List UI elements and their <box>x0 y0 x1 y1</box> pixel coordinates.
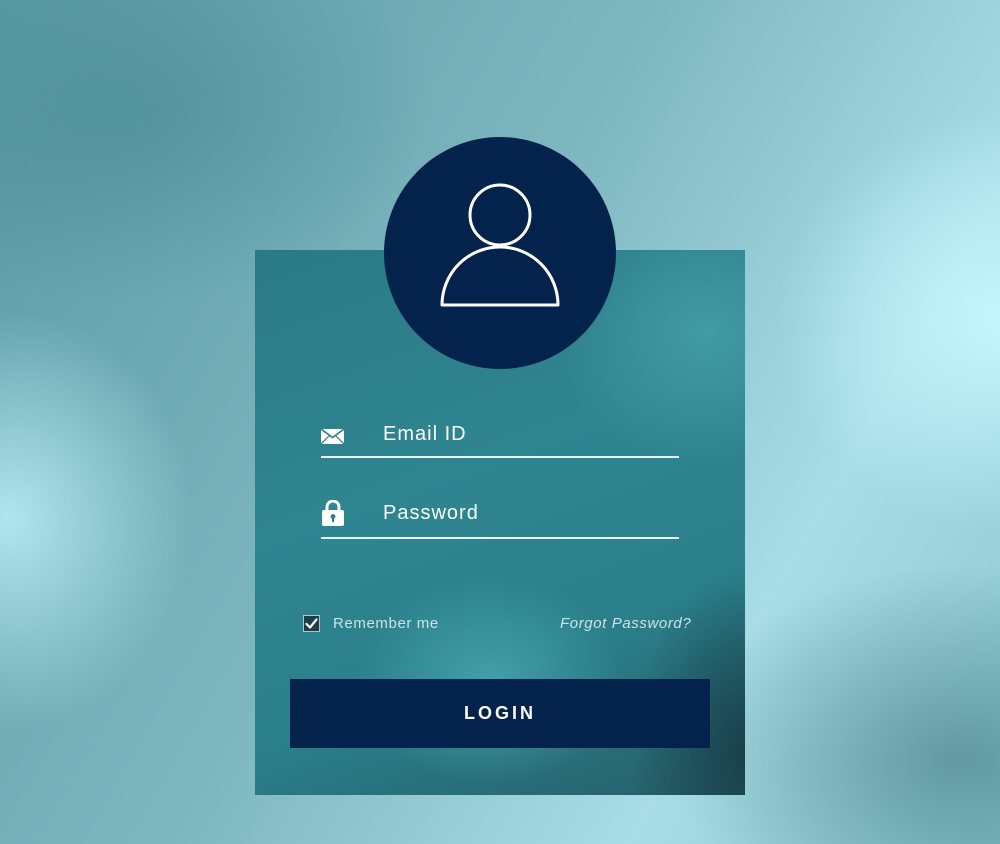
remember-label: Remember me <box>333 615 439 632</box>
lock-icon <box>322 500 344 526</box>
email-label: Email ID <box>383 423 467 445</box>
password-label: Password <box>383 502 479 524</box>
checkmark-icon <box>305 618 318 629</box>
email-field[interactable]: Email ID <box>321 418 679 458</box>
avatar <box>384 137 616 369</box>
remember-checkbox[interactable] <box>303 615 320 632</box>
login-button[interactable]: LOGIN <box>290 679 710 748</box>
password-field[interactable]: Password <box>321 495 679 539</box>
remember-me[interactable]: Remember me <box>303 615 439 632</box>
user-icon <box>440 183 560 307</box>
envelope-icon <box>321 429 344 444</box>
forgot-password-link[interactable]: Forgot Password? <box>560 615 691 632</box>
